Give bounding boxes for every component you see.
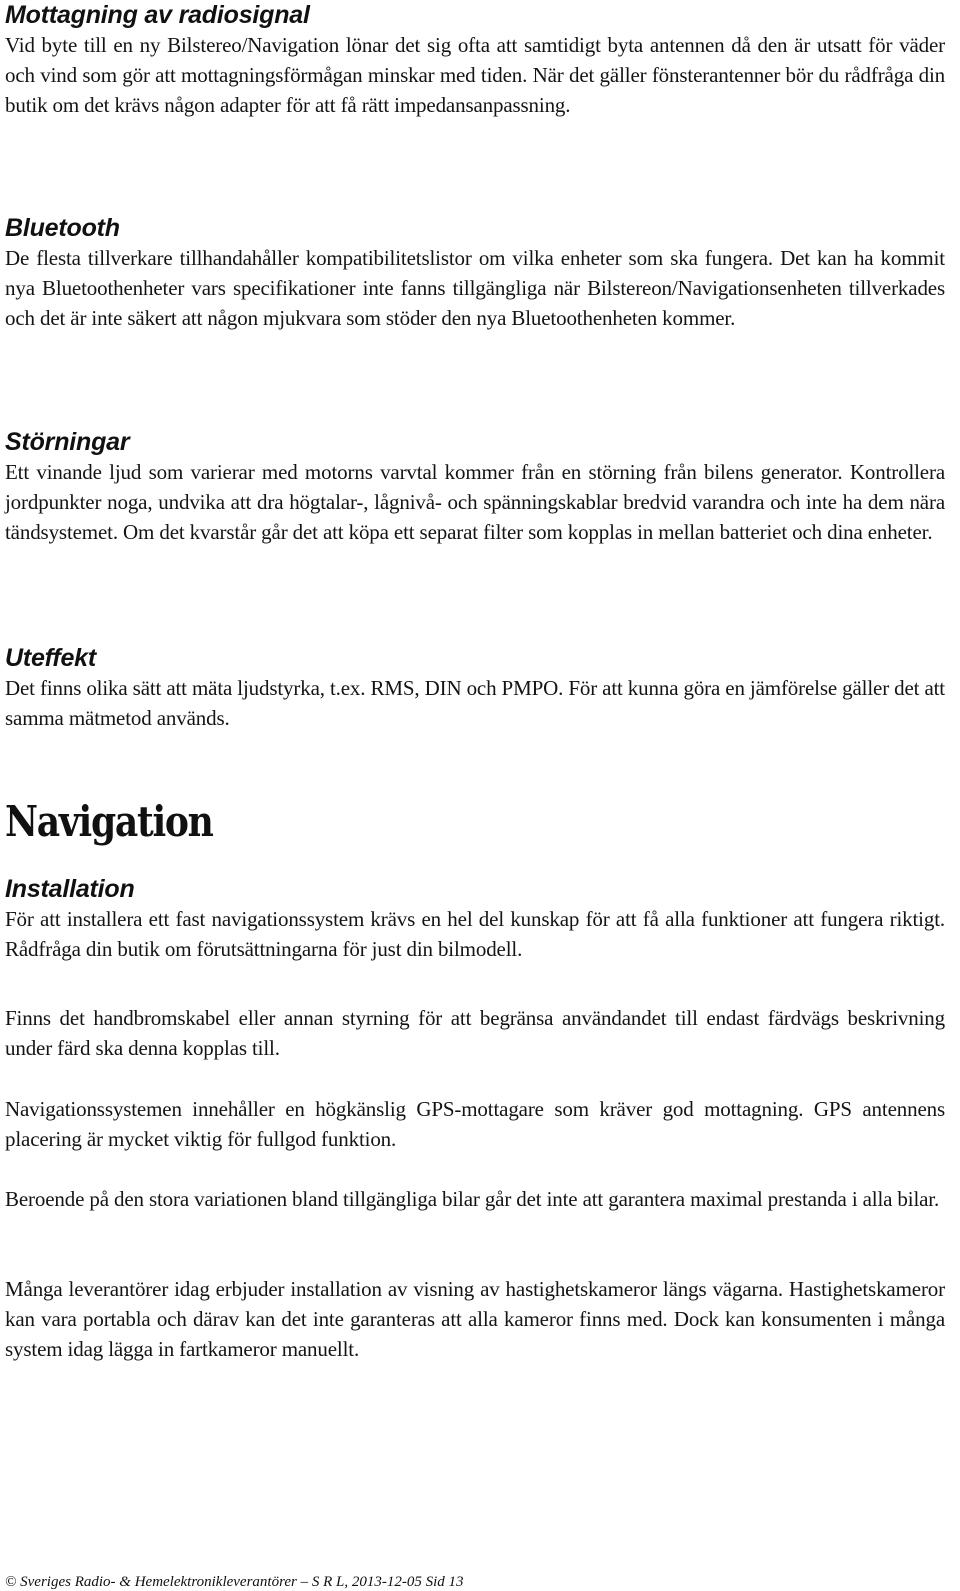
paragraph-block-2: Finns det handbromskabel eller annan sty… (5, 1003, 945, 1063)
paragraph-uteffekt: Det finns olika sätt att mäta ljudstyrka… (5, 676, 945, 730)
paragraph-bluetooth: De flesta tillverkare tillhandahåller ko… (5, 246, 945, 330)
section-navigation: Navigation (5, 797, 945, 847)
paragraph-block-3: Navigationssystemen innehåller en högkän… (5, 1094, 945, 1154)
paragraph-storningar: Ett vinande ljud som varierar med motorn… (5, 460, 945, 544)
paragraph-installation-4: Beroende på den stora variationen bland … (5, 1187, 940, 1211)
heading-navigation: Navigation (5, 797, 214, 846)
heading-installation: Installation (5, 875, 135, 903)
paragraph-radio: Vid byte till en ny Bilstereo/Navigation… (5, 33, 945, 117)
heading-radio: Mottagning av radiosignal (5, 1, 310, 29)
paragraph-installation-3: Navigationssystemen innehåller en högkän… (5, 1097, 945, 1151)
section-radio: Mottagning av radiosignal Vid byte till … (5, 0, 945, 120)
section-storningar: Störningar Ett vinande ljud som varierar… (5, 427, 945, 547)
heading-uteffekt: Uteffekt (5, 644, 97, 672)
section-installation: Installation För att installera ett fast… (5, 874, 945, 964)
paragraph-block-4: Beroende på den stora variationen bland … (5, 1184, 945, 1214)
paragraph-installation-1: För att installera ett fast navigationss… (5, 907, 945, 961)
section-uteffekt: Uteffekt Det finns olika sätt att mäta l… (5, 643, 945, 733)
paragraph-block-5: Många leverantörer idag erbjuder install… (5, 1274, 945, 1364)
heading-bluetooth: Bluetooth (5, 214, 120, 242)
page-footer: © Sveriges Radio- & Hemelektronikleveran… (5, 1574, 464, 1590)
heading-storningar: Störningar (5, 428, 130, 456)
section-bluetooth: Bluetooth De flesta tillverkare tillhand… (5, 213, 945, 333)
paragraph-installation-5: Många leverantörer idag erbjuder install… (5, 1277, 945, 1361)
paragraph-installation-2: Finns det handbromskabel eller annan sty… (5, 1006, 945, 1060)
